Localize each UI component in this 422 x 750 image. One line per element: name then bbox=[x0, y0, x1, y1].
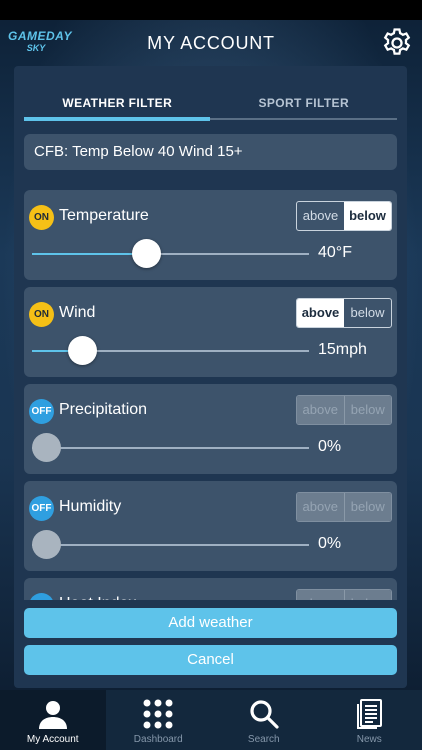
filter-label: Humidity bbox=[59, 498, 122, 515]
filter-label: Wind bbox=[59, 304, 96, 321]
page-title: MY ACCOUNT bbox=[147, 32, 275, 53]
below-option[interactable]: below bbox=[343, 590, 391, 600]
filter-label: Heat Index bbox=[59, 595, 136, 600]
nav-my-account[interactable]: My Account bbox=[0, 690, 106, 750]
filter-card: OFF Heat Index abovebelow bbox=[24, 578, 397, 600]
filter-on-off-badge[interactable]: OFF bbox=[29, 399, 54, 424]
above-below-toggle: abovebelow bbox=[296, 492, 392, 522]
above-option[interactable]: above bbox=[297, 202, 344, 230]
below-option[interactable]: below bbox=[344, 299, 391, 327]
filter-slider-track[interactable] bbox=[32, 336, 309, 365]
nav-label-search: Search bbox=[247, 734, 280, 745]
filter-on-off-badge[interactable]: OFF bbox=[29, 593, 54, 600]
filter-panel: WEATHER FILTER SPORT FILTER CFB: Temp Be… bbox=[14, 66, 407, 688]
slider-thumb[interactable] bbox=[32, 530, 61, 559]
slider-thumb[interactable] bbox=[132, 239, 161, 268]
above-below-toggle: abovebelow bbox=[296, 298, 392, 328]
nav-label-my-account: My Account bbox=[26, 734, 79, 745]
cancel-button[interactable]: Cancel bbox=[24, 645, 397, 675]
slider-thumb[interactable] bbox=[68, 336, 97, 365]
above-below-toggle: abovebelow bbox=[296, 589, 392, 600]
filter-preset-name[interactable]: CFB: Temp Below 40 Wind 15+ bbox=[24, 134, 397, 170]
filter-label: Precipitation bbox=[59, 401, 148, 418]
filter-card: ON Temperature above below 40°F bbox=[24, 190, 397, 280]
filter-on-off-badge[interactable]: ON bbox=[29, 205, 54, 230]
slider-thumb[interactable] bbox=[32, 433, 61, 462]
search-icon bbox=[250, 700, 279, 729]
newspaper-icon bbox=[357, 699, 383, 729]
below-option[interactable]: below bbox=[344, 202, 391, 230]
above-below-toggle: abovebelow bbox=[296, 201, 392, 231]
status-bar bbox=[0, 0, 422, 20]
filter-value: 0% bbox=[318, 535, 342, 552]
tab-sport-filter[interactable]: SPORT FILTER bbox=[211, 88, 398, 122]
below-option[interactable]: below bbox=[343, 493, 391, 521]
filter-slider-track[interactable] bbox=[32, 239, 309, 268]
app-logo[interactable]: GAMEDAY SKY bbox=[8, 29, 72, 58]
filter-label: Temperature bbox=[59, 207, 149, 224]
filter-card: OFF Precipitation above below 0% bbox=[24, 384, 397, 474]
filter-card: OFF Humidity above below 0% bbox=[24, 481, 397, 571]
nav-label-dashboard: Dashboard bbox=[133, 734, 183, 745]
above-option[interactable]: above bbox=[297, 590, 344, 600]
logo-line-2: SKY bbox=[26, 43, 46, 53]
nav-dashboard[interactable]: Dashboard bbox=[106, 690, 212, 750]
filter-slider-track[interactable] bbox=[32, 530, 309, 559]
filter-on-off-badge[interactable]: OFF bbox=[29, 496, 54, 521]
filter-value: 0% bbox=[318, 438, 342, 455]
filter-value: 15mph bbox=[318, 341, 367, 358]
logo-line-1: GAMEDAY bbox=[8, 29, 72, 43]
slider-fill bbox=[32, 253, 146, 255]
filter-on-off-badge[interactable]: ON bbox=[29, 302, 54, 327]
above-option[interactable]: above bbox=[297, 299, 344, 327]
tab-underline bbox=[24, 117, 397, 121]
nav-label-news: News bbox=[356, 734, 382, 745]
add-weather-button[interactable]: Add weather bbox=[24, 608, 397, 638]
top-bar: GAMEDAY SKY MY ACCOUNT bbox=[0, 20, 422, 66]
above-option[interactable]: above bbox=[297, 396, 344, 424]
gear-icon[interactable] bbox=[380, 26, 414, 60]
above-option[interactable]: above bbox=[297, 493, 344, 521]
above-below-toggle: abovebelow bbox=[296, 395, 392, 425]
weather-filter-list[interactable]: ON Temperature above below 40°F ON Wind above be… bbox=[24, 190, 397, 600]
nav-search[interactable]: Search bbox=[211, 690, 317, 750]
filter-value: 40°F bbox=[318, 244, 352, 261]
bottom-nav: My Account Dashboard Search News bbox=[0, 690, 422, 750]
nav-news[interactable]: News bbox=[317, 690, 422, 750]
active-tab-indicator bbox=[24, 117, 210, 121]
person-icon bbox=[38, 701, 67, 729]
filter-slider-track[interactable] bbox=[32, 433, 309, 462]
grid-dots-icon bbox=[143, 699, 173, 729]
filter-card: ON Wind above below 15mph bbox=[24, 287, 397, 377]
below-option[interactable]: below bbox=[343, 396, 391, 424]
